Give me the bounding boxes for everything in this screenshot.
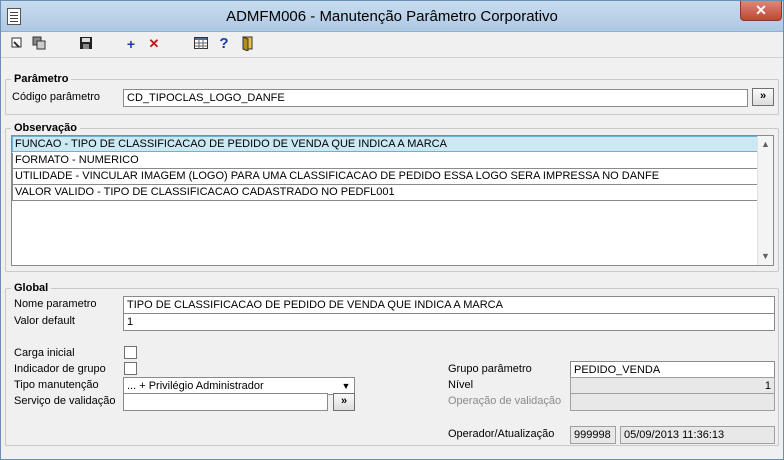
codigo-lookup-button[interactable]: » bbox=[752, 88, 774, 106]
close-button[interactable]: ✕ bbox=[740, 1, 782, 21]
indicador-grupo-label: Indicador de grupo bbox=[14, 363, 106, 375]
operacao-validacao-field bbox=[570, 393, 775, 411]
operador-field: 999998 bbox=[570, 426, 616, 444]
servico-validacao-label: Serviço de validação bbox=[14, 395, 116, 407]
chevron-down-icon[interactable]: ▼ bbox=[339, 379, 353, 393]
carga-inicial-label: Carga inicial bbox=[14, 347, 75, 359]
observacao-group-title: Observação bbox=[11, 122, 80, 134]
list-item[interactable]: VALOR VALIDO - TIPO DE CLASSIFICACAO CAD… bbox=[12, 185, 762, 201]
window-title: ADMFM006 - Manutenção Parâmetro Corporat… bbox=[226, 8, 558, 25]
observacao-list[interactable]: FUNCAO - TIPO DE CLASSIFICACAO DE PEDIDO… bbox=[11, 135, 774, 266]
exit-icon[interactable] bbox=[238, 35, 256, 53]
valor-default-label: Valor default bbox=[14, 315, 75, 327]
list-item[interactable]: FORMATO - NUMERICO bbox=[12, 153, 762, 169]
operacao-validacao-label: Operação de validação bbox=[448, 395, 562, 407]
main-window: ADMFM006 - Manutenção Parâmetro Corporat… bbox=[0, 0, 784, 460]
tipo-manutencao-label: Tipo manutenção bbox=[14, 379, 99, 391]
indicador-grupo-checkbox[interactable] bbox=[124, 362, 137, 375]
carga-inicial-checkbox[interactable] bbox=[124, 346, 137, 359]
nivel-label: Nível bbox=[448, 379, 474, 391]
scroll-down-icon[interactable]: ▼ bbox=[758, 249, 773, 263]
grupo-parametro-label: Grupo parâmetro bbox=[448, 363, 532, 375]
first-record-icon[interactable] bbox=[8, 35, 26, 53]
save-icon[interactable] bbox=[77, 35, 95, 53]
copy-icon[interactable] bbox=[30, 35, 48, 53]
nome-parametro-label: Nome parametro bbox=[14, 298, 97, 310]
add-icon[interactable]: + bbox=[122, 35, 140, 53]
grid-icon[interactable] bbox=[192, 35, 210, 53]
list-item[interactable]: FUNCAO - TIPO DE CLASSIFICACAO DE PEDIDO… bbox=[12, 136, 762, 152]
valor-default-field[interactable]: 1 bbox=[123, 313, 775, 331]
title-bar: ADMFM006 - Manutenção Parâmetro Corporat… bbox=[1, 1, 783, 32]
servico-validacao-field[interactable] bbox=[123, 393, 328, 411]
tipo-manutencao-value: ... + Privilégio Administrador bbox=[127, 380, 264, 392]
codigo-parametro-label: Código parâmetro bbox=[12, 91, 101, 103]
scroll-up-icon[interactable]: ▲ bbox=[758, 137, 773, 151]
observacao-scrollbar[interactable]: ▲ ▼ bbox=[757, 136, 773, 265]
list-item[interactable]: UTILIDADE - VINCULAR IMAGEM (LOGO) PARA … bbox=[12, 169, 762, 185]
global-group-title: Global bbox=[11, 282, 52, 294]
parametro-group-title: Parâmetro bbox=[11, 73, 72, 85]
nome-parametro-field[interactable]: TIPO DE CLASSIFICACAO DE PEDIDO DE VENDA… bbox=[123, 296, 775, 314]
servico-lookup-button[interactable]: » bbox=[333, 393, 355, 411]
toolbar: + ✕ ? bbox=[1, 32, 783, 58]
codigo-parametro-field[interactable]: CD_TIPOCLAS_LOGO_DANFE bbox=[123, 89, 748, 107]
help-icon[interactable]: ? bbox=[215, 35, 233, 53]
atualizacao-field: 05/09/2013 11:36:13 bbox=[620, 426, 775, 444]
operador-atualizacao-label: Operador/Atualização bbox=[448, 428, 555, 440]
delete-icon[interactable]: ✕ bbox=[145, 35, 163, 53]
